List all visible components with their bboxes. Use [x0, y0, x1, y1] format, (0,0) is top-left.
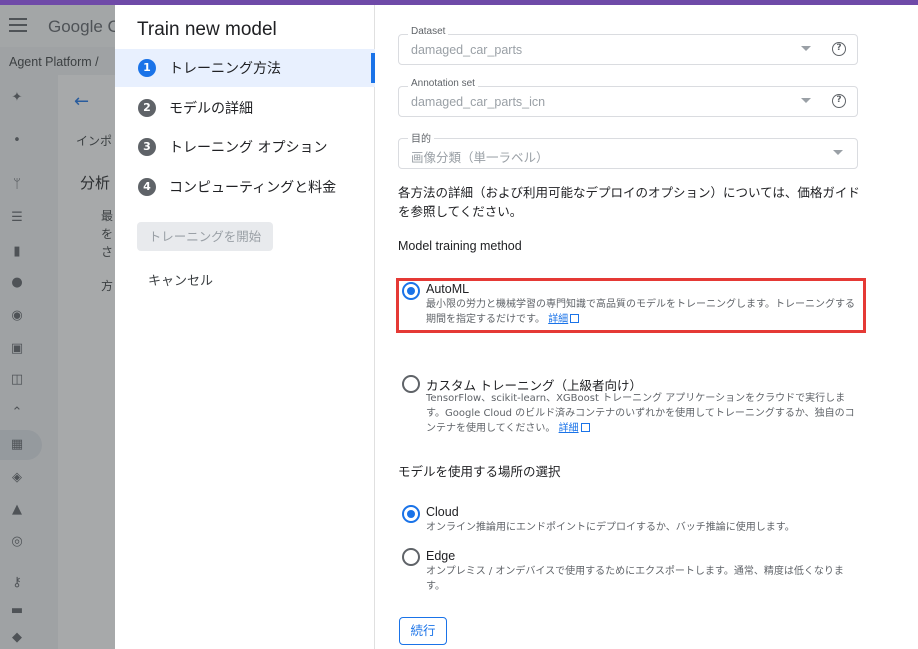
start-training-button[interactable]: トレーニングを開始 — [137, 222, 273, 251]
dropdown-arrow-icon — [801, 46, 811, 51]
step-number: 2 — [138, 99, 156, 117]
field-label: Annotation set — [408, 78, 478, 89]
step-number: 1 — [138, 59, 156, 77]
step-label: モデルの詳細 — [169, 101, 253, 117]
step-number: 4 — [138, 178, 156, 196]
edge-radio[interactable] — [402, 548, 420, 566]
help-icon[interactable]: ? — [832, 94, 846, 108]
active-step-indicator — [371, 53, 375, 83]
edge-title: Edge — [426, 549, 456, 563]
external-link-icon — [580, 423, 590, 432]
field-value: damaged_car_parts — [411, 43, 523, 57]
field-label: 目的 — [408, 130, 434, 145]
automl-description: 最小限の労力と機械学習の専門知識で高品質のモデルをトレーニングします。トレーニン… — [426, 297, 862, 327]
step-label: トレーニング オプション — [169, 140, 328, 156]
step-label: トレーニング方法 — [169, 61, 281, 77]
automl-radio[interactable] — [402, 282, 420, 300]
field-value: damaged_car_parts_icn — [411, 95, 546, 109]
step-training-options[interactable]: 3 トレーニング オプション — [115, 128, 375, 166]
training-method-heading: Model training method — [398, 239, 522, 253]
step-training-method[interactable]: 1 トレーニング方法 — [115, 49, 375, 87]
location-heading: モデルを使用する場所の選択 — [398, 465, 561, 479]
automl-title: AutoML — [426, 282, 470, 296]
continue-button[interactable]: 続行 — [399, 617, 447, 645]
custom-desc-text: TensorFlow、scikit-learn、XGBoost トレーニング ア… — [426, 393, 855, 434]
objective-select[interactable]: 目的 画像分類（単一ラベル） — [398, 130, 858, 169]
step-label: コンピューティングと料金 — [169, 180, 337, 196]
cancel-button[interactable]: キャンセル — [148, 270, 213, 289]
custom-training-description: TensorFlow、scikit-learn、XGBoost トレーニング ア… — [426, 391, 862, 436]
external-link-icon — [570, 314, 580, 323]
dialog-title: Train new model — [137, 19, 277, 40]
automl-desc-text: 最小限の労力と機械学習の専門知識で高品質のモデルをトレーニングします。トレーニン… — [426, 299, 855, 325]
custom-training-radio[interactable] — [402, 375, 420, 393]
pricing-description: 各方法の詳細（および利用可能なデプロイのオプション）については、価格ガイドを参照… — [398, 185, 860, 219]
field-value: 画像分類（単一ラベル） — [411, 151, 549, 165]
edge-description: オンプレミス / オンデバイスで使用するためにエクスポートします。通常、精度は低… — [426, 566, 844, 592]
dataset-select[interactable]: Dataset damaged_car_parts ? — [398, 26, 858, 65]
custom-learn-more-link[interactable]: 詳細 — [559, 423, 579, 434]
stepper-pane: Train new model 1 トレーニング方法 2 モデルの詳細 3 トレ… — [115, 5, 375, 649]
cloud-title: Cloud — [426, 505, 459, 519]
form-pane: Dataset damaged_car_parts ? Annotation s… — [376, 5, 918, 649]
step-model-details[interactable]: 2 モデルの詳細 — [115, 89, 375, 127]
help-icon[interactable]: ? — [832, 42, 846, 56]
step-number: 3 — [138, 138, 156, 156]
annotation-set-select[interactable]: Annotation set damaged_car_parts_icn ? — [398, 78, 858, 117]
step-compute-pricing[interactable]: 4 コンピューティングと料金 — [115, 168, 375, 206]
field-label: Dataset — [408, 26, 449, 37]
train-model-dialog: Train new model 1 トレーニング方法 2 モデルの詳細 3 トレ… — [115, 5, 918, 649]
dropdown-arrow-icon — [833, 150, 843, 155]
automl-learn-more-link[interactable]: 詳細 — [548, 314, 568, 325]
cloud-description: オンライン推論用にエンドポイントにデプロイするか、バッチ推論に使用します。 — [426, 522, 795, 533]
dropdown-arrow-icon — [801, 98, 811, 103]
cloud-radio[interactable] — [402, 505, 420, 523]
